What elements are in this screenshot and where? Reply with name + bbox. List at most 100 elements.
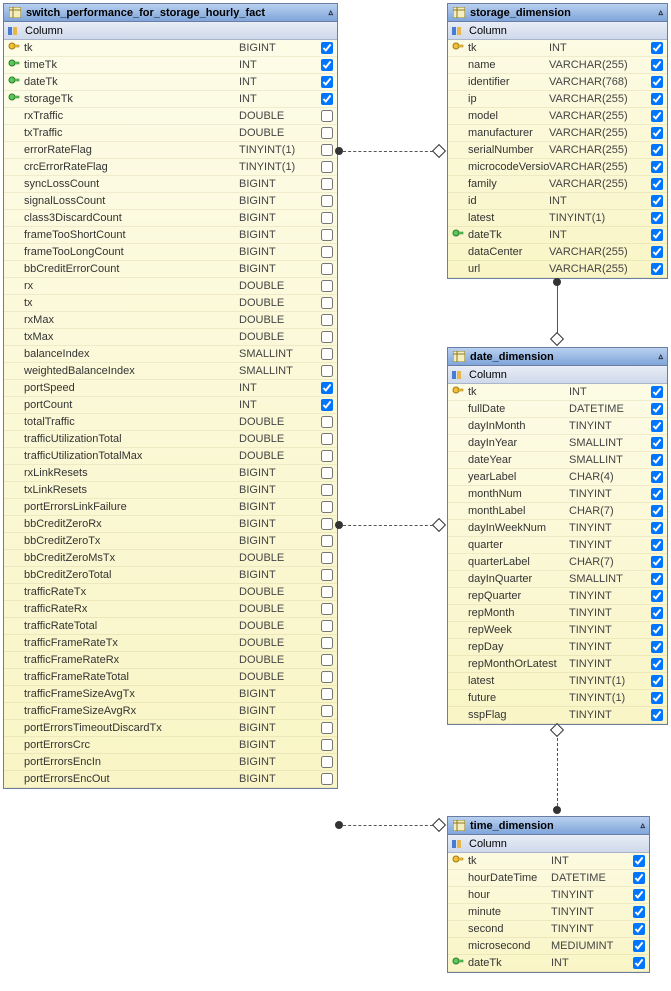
table-row[interactable]: portCountINT	[4, 397, 337, 414]
table-row[interactable]: txTrafficDOUBLE	[4, 125, 337, 142]
table-row[interactable]: dayInWeekNumTINYINT	[448, 520, 667, 537]
table-row[interactable]: futureTINYINT(1)	[448, 690, 667, 707]
table-row[interactable]: txDOUBLE	[4, 295, 337, 312]
column-checkbox[interactable]	[651, 488, 663, 500]
table-row[interactable]: repMonthOrLatestTINYINT	[448, 656, 667, 673]
table-row[interactable]: sspFlagTINYINT	[448, 707, 667, 724]
column-checkbox[interactable]	[651, 556, 663, 568]
table-row[interactable]: bbCreditZeroMsTxDOUBLE	[4, 550, 337, 567]
column-checkbox[interactable]	[321, 382, 333, 394]
column-checkbox[interactable]	[633, 957, 645, 969]
column-checkbox[interactable]	[321, 586, 333, 598]
column-checkbox[interactable]	[321, 246, 333, 258]
table-row[interactable]: portErrorsEncInBIGINT	[4, 754, 337, 771]
table-row[interactable]: latestTINYINT(1)	[448, 210, 667, 227]
column-checkbox[interactable]	[321, 569, 333, 581]
table-row[interactable]: trafficRateTxDOUBLE	[4, 584, 337, 601]
column-checkbox[interactable]	[321, 654, 333, 666]
table-row[interactable]: monthLabelCHAR(7)	[448, 503, 667, 520]
column-checkbox[interactable]	[651, 505, 663, 517]
table-row[interactable]: dateYearSMALLINT	[448, 452, 667, 469]
table-row[interactable]: quarterLabelCHAR(7)	[448, 554, 667, 571]
table-row[interactable]: weightedBalanceIndexSMALLINT	[4, 363, 337, 380]
table-row[interactable]: urlVARCHAR(255)	[448, 261, 667, 278]
column-checkbox[interactable]	[321, 331, 333, 343]
table-row[interactable]: rxDOUBLE	[4, 278, 337, 295]
column-checkbox[interactable]	[651, 59, 663, 71]
column-checkbox[interactable]	[651, 692, 663, 704]
table-time-dimension[interactable]: time_dimension ▵ Column tkINThourDateTim…	[447, 816, 650, 973]
column-checkbox[interactable]	[651, 42, 663, 54]
table-row[interactable]: quarterTINYINT	[448, 537, 667, 554]
table-row[interactable]: dateTkINT	[448, 227, 667, 244]
table-row[interactable]: trafficRateTotalDOUBLE	[4, 618, 337, 635]
table-row[interactable]: trafficFrameRateRxDOUBLE	[4, 652, 337, 669]
table-row[interactable]: tkINT	[448, 40, 667, 57]
table-row[interactable]: tkINT	[448, 384, 667, 401]
column-checkbox[interactable]	[321, 229, 333, 241]
column-checkbox[interactable]	[651, 76, 663, 88]
column-checkbox[interactable]	[321, 348, 333, 360]
column-checkbox[interactable]	[651, 658, 663, 670]
column-checkbox[interactable]	[321, 161, 333, 173]
column-checkbox[interactable]	[321, 552, 333, 564]
column-checkbox[interactable]	[651, 624, 663, 636]
column-checkbox[interactable]	[651, 161, 663, 173]
table-row[interactable]: familyVARCHAR(255)	[448, 176, 667, 193]
table-row[interactable]: class3DiscardCountBIGINT	[4, 210, 337, 227]
column-checkbox[interactable]	[651, 675, 663, 687]
column-checkbox[interactable]	[321, 450, 333, 462]
table-row[interactable]: rxTrafficDOUBLE	[4, 108, 337, 125]
table-row[interactable]: totalTrafficDOUBLE	[4, 414, 337, 431]
column-checkbox[interactable]	[321, 416, 333, 428]
table-row[interactable]: storageTkINT	[4, 91, 337, 108]
column-checkbox[interactable]	[321, 467, 333, 479]
table-date-dimension[interactable]: date_dimension ▵ Column tkINTfullDateDAT…	[447, 347, 668, 725]
table-row[interactable]: portErrorsEncOutBIGINT	[4, 771, 337, 788]
collapse-icon[interactable]: ▵	[658, 7, 663, 18]
column-checkbox[interactable]	[651, 420, 663, 432]
table-row[interactable]: modelVARCHAR(255)	[448, 108, 667, 125]
column-checkbox[interactable]	[651, 229, 663, 241]
column-checkbox[interactable]	[321, 127, 333, 139]
table-row[interactable]: trafficFrameSizeAvgTxBIGINT	[4, 686, 337, 703]
table-row[interactable]: trafficUtilizationTotalDOUBLE	[4, 431, 337, 448]
table-row[interactable]: portErrorsLinkFailureBIGINT	[4, 499, 337, 516]
column-checkbox[interactable]	[321, 518, 333, 530]
table-row[interactable]: balanceIndexSMALLINT	[4, 346, 337, 363]
column-checkbox[interactable]	[633, 889, 645, 901]
table-row[interactable]: errorRateFlagTINYINT(1)	[4, 142, 337, 159]
column-checkbox[interactable]	[651, 437, 663, 449]
table-row[interactable]: tkBIGINT	[4, 40, 337, 57]
column-checkbox[interactable]	[651, 641, 663, 653]
table-row[interactable]: trafficFrameRateTotalDOUBLE	[4, 669, 337, 686]
column-checkbox[interactable]	[321, 280, 333, 292]
table-row[interactable]: tkINT	[448, 853, 649, 870]
table-row[interactable]: syncLossCountBIGINT	[4, 176, 337, 193]
table-row[interactable]: dayInMonthTINYINT	[448, 418, 667, 435]
column-checkbox[interactable]	[633, 923, 645, 935]
column-checkbox[interactable]	[651, 454, 663, 466]
column-checkbox[interactable]	[321, 773, 333, 785]
column-checkbox[interactable]	[321, 365, 333, 377]
table-row[interactable]: frameTooShortCountBIGINT	[4, 227, 337, 244]
column-checkbox[interactable]	[321, 263, 333, 275]
table-row[interactable]: bbCreditZeroRxBIGINT	[4, 516, 337, 533]
collapse-icon[interactable]: ▵	[328, 7, 333, 18]
column-checkbox[interactable]	[651, 709, 663, 721]
table-title-bar[interactable]: date_dimension ▵	[448, 348, 667, 366]
column-checkbox[interactable]	[321, 688, 333, 700]
table-row[interactable]: trafficFrameRateTxDOUBLE	[4, 635, 337, 652]
column-checkbox[interactable]	[651, 522, 663, 534]
table-row[interactable]: ipVARCHAR(255)	[448, 91, 667, 108]
table-title-bar[interactable]: time_dimension ▵	[448, 817, 649, 835]
table-row[interactable]: dayInYearSMALLINT	[448, 435, 667, 452]
collapse-icon[interactable]: ▵	[658, 351, 663, 362]
column-checkbox[interactable]	[321, 671, 333, 683]
column-checkbox[interactable]	[321, 399, 333, 411]
column-checkbox[interactable]	[651, 110, 663, 122]
table-row[interactable]: bbCreditErrorCountBIGINT	[4, 261, 337, 278]
column-checkbox[interactable]	[321, 59, 333, 71]
table-row[interactable]: latestTINYINT(1)	[448, 673, 667, 690]
table-switch-performance[interactable]: switch_performance_for_storage_hourly_fa…	[3, 3, 338, 789]
